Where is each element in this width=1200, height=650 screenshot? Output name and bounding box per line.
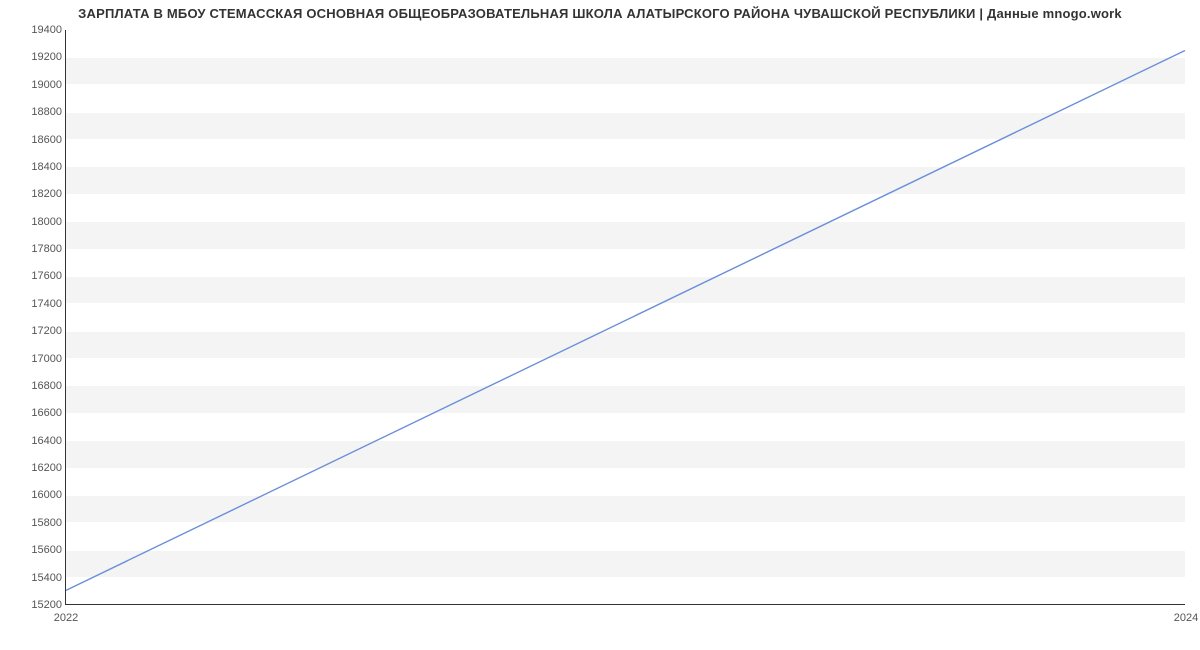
x-tick-label: 2022 — [54, 612, 78, 624]
y-tick-label: 15200 — [18, 599, 62, 611]
y-tick-label: 17000 — [18, 353, 62, 365]
y-tick-label: 15400 — [18, 572, 62, 584]
y-tick-label: 18400 — [18, 161, 62, 173]
y-tick-label: 15600 — [18, 544, 62, 556]
y-tick-label: 18200 — [18, 188, 62, 200]
y-tick-label: 16400 — [18, 435, 62, 447]
y-tick-label: 16600 — [18, 407, 62, 419]
y-tick-label: 17800 — [18, 243, 62, 255]
y-tick-label: 18800 — [18, 106, 62, 118]
line-layer — [66, 30, 1185, 604]
y-tick-label: 18600 — [18, 134, 62, 146]
y-tick-label: 17200 — [18, 325, 62, 337]
y-tick-label: 19200 — [18, 51, 62, 63]
series-line — [66, 51, 1185, 591]
y-tick-label: 16800 — [18, 380, 62, 392]
y-tick-label: 16000 — [18, 489, 62, 501]
y-tick-label: 16200 — [18, 462, 62, 474]
plot-area: 1520015400156001580016000162001640016600… — [65, 30, 1185, 605]
chart-title: ЗАРПЛАТА В МБОУ СТЕМАССКАЯ ОСНОВНАЯ ОБЩЕ… — [0, 6, 1200, 21]
y-tick-label: 15800 — [18, 517, 62, 529]
y-tick-label: 17600 — [18, 270, 62, 282]
salary-line-chart: ЗАРПЛАТА В МБОУ СТЕМАССКАЯ ОСНОВНАЯ ОБЩЕ… — [0, 0, 1200, 650]
y-tick-label: 19400 — [18, 24, 62, 36]
y-tick-label: 17400 — [18, 298, 62, 310]
x-tick-label: 2024 — [1174, 612, 1198, 624]
y-tick-label: 19000 — [18, 79, 62, 91]
y-tick-label: 18000 — [18, 216, 62, 228]
grid-line — [66, 605, 1185, 606]
